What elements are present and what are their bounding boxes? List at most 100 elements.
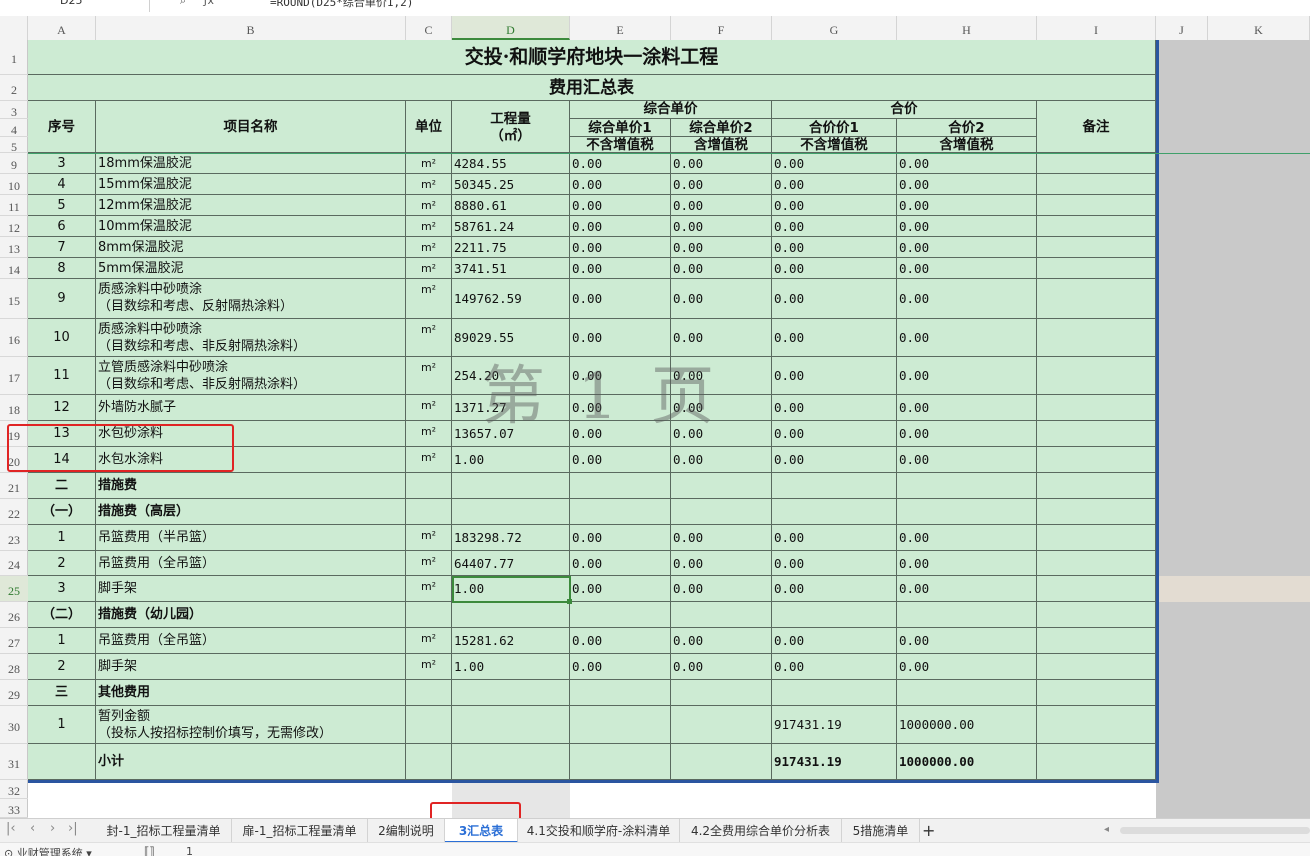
- column-header-D[interactable]: D: [452, 16, 570, 40]
- zoom-icon[interactable]: ⌕: [180, 0, 186, 7]
- column-header-I[interactable]: I: [1037, 16, 1156, 40]
- row-header-31[interactable]: 31: [0, 744, 28, 780]
- row-14-qty: 3741.51: [452, 258, 570, 279]
- row-header-1[interactable]: 1: [0, 40, 28, 75]
- column-header-G[interactable]: G: [772, 16, 897, 40]
- row-header-2[interactable]: 2: [0, 75, 28, 101]
- column-header-E[interactable]: E: [570, 16, 671, 40]
- row-13-name: 8mm保温胶泥: [96, 237, 406, 258]
- column-header-H[interactable]: H: [897, 16, 1037, 40]
- status-mode: ⟦⟧: [144, 845, 155, 856]
- sheet-tab-4[interactable]: 3汇总表: [445, 819, 518, 843]
- row-29-unit: [406, 680, 452, 706]
- row-25-sum2: 0.00: [897, 576, 1037, 602]
- row-15-qty: 149762.59: [452, 279, 570, 319]
- row-header-32[interactable]: 32: [0, 780, 28, 799]
- row-17-qty: 254.20: [452, 357, 570, 395]
- row-header-11[interactable]: 11: [0, 195, 28, 216]
- spreadsheet-grid[interactable]: 交投·和顺学府地块一涂料工程 费用汇总表 序号 项目名称 单位 工程量 （㎡） 综合单价 合价备…: [28, 40, 1310, 818]
- row-18-price2: 0.00: [671, 395, 772, 421]
- row-31-name: 小计: [96, 744, 406, 780]
- header-name: 项目名称: [96, 101, 406, 153]
- row-header-19[interactable]: 19: [0, 421, 28, 447]
- column-header-F[interactable]: F: [671, 16, 772, 40]
- row-17-sum1: 0.00: [772, 357, 897, 395]
- row-header-5[interactable]: 5: [0, 137, 28, 154]
- row-23-remark: [1037, 525, 1156, 551]
- row-header-23[interactable]: 23: [0, 525, 28, 551]
- row-16-price2: 0.00: [671, 319, 772, 357]
- sheet-tab-6[interactable]: 4.2全费用综合单价分析表: [680, 819, 842, 843]
- row-31-unit: [406, 744, 452, 780]
- row-30-unit: [406, 706, 452, 744]
- row-19-price2: 0.00: [671, 421, 772, 447]
- formula-input[interactable]: =ROUND(D25*综合单价1,2): [270, 0, 413, 10]
- name-box[interactable]: D25: [0, 0, 150, 12]
- scroll-left-icon[interactable]: ◂: [1104, 824, 1109, 835]
- row-header-18[interactable]: 18: [0, 395, 28, 421]
- row-header-10[interactable]: 10: [0, 174, 28, 195]
- fill-handle[interactable]: [567, 599, 572, 604]
- row-22-unit: [406, 499, 452, 525]
- sheet-tab-5[interactable]: 4.1交投和顺学府-涂料清单: [518, 819, 680, 843]
- row-header-13[interactable]: 13: [0, 237, 28, 258]
- row-12-unit: m²: [406, 216, 452, 237]
- column-header-K[interactable]: K: [1208, 16, 1310, 40]
- row-header-29[interactable]: 29: [0, 680, 28, 706]
- row-11-sum1: 0.00: [772, 195, 897, 216]
- row-19-unit: m²: [406, 421, 452, 447]
- status-app[interactable]: ⊙ 业财管理系统 ▾: [4, 845, 92, 856]
- row-31-price1: [570, 744, 671, 780]
- row-header-33[interactable]: 33: [0, 799, 28, 818]
- first-sheet-icon[interactable]: |‹: [6, 821, 16, 836]
- row-header-24[interactable]: 24: [0, 551, 28, 576]
- row-header-4[interactable]: 4: [0, 119, 28, 137]
- row-header-27[interactable]: 27: [0, 628, 28, 654]
- last-sheet-icon[interactable]: ›|: [68, 821, 78, 836]
- header-composite-price: 综合单价: [570, 101, 772, 119]
- row-19-qty: 13657.07: [452, 421, 570, 447]
- header-ex-tax-2: 不含增值税: [772, 137, 897, 153]
- row-header-12[interactable]: 12: [0, 216, 28, 237]
- row-header-30[interactable]: 30: [0, 706, 28, 744]
- prev-sheet-icon[interactable]: ‹: [30, 821, 35, 836]
- row-header-22[interactable]: 22: [0, 499, 28, 525]
- sheet-tab-7[interactable]: 5措施清单: [842, 819, 920, 843]
- row-header-16[interactable]: 16: [0, 319, 28, 357]
- column-header-C[interactable]: C: [406, 16, 452, 40]
- sheet-tab-1[interactable]: 封-1_招标工程量清单: [96, 819, 232, 843]
- row-27-sum2: 0.00: [897, 628, 1037, 654]
- row-header-26[interactable]: 26: [0, 602, 28, 628]
- row-15-sum2: 0.00: [897, 279, 1037, 319]
- active-cell-selection[interactable]: [452, 576, 571, 603]
- row-header-25[interactable]: 25: [0, 576, 28, 602]
- row-28-seq: 2: [28, 654, 96, 680]
- horizontal-scrollbar[interactable]: [1120, 827, 1310, 834]
- sheet-tab-3[interactable]: 2编制说明: [368, 819, 445, 843]
- row-13-sum1: 0.00: [772, 237, 897, 258]
- row-header-28[interactable]: 28: [0, 654, 28, 680]
- header-price1: 综合单价1: [570, 119, 671, 137]
- row-31-sum1: 917431.19: [772, 744, 897, 780]
- row-9-seq: 3: [28, 153, 96, 174]
- row-header-21[interactable]: 21: [0, 473, 28, 499]
- row-header-20[interactable]: 20: [0, 447, 28, 473]
- row-header-9[interactable]: 9: [0, 153, 28, 174]
- sheet-tab-2[interactable]: 扉-1_招标工程量清单: [232, 819, 368, 843]
- row-20-sum1: 0.00: [772, 447, 897, 473]
- row-header-15[interactable]: 15: [0, 279, 28, 319]
- row-header-14[interactable]: 14: [0, 258, 28, 279]
- column-header-A[interactable]: A: [28, 16, 96, 40]
- column-header-J[interactable]: J: [1156, 16, 1208, 40]
- row-header-3[interactable]: 3: [0, 101, 28, 119]
- fx-icon[interactable]: ƒx: [204, 0, 214, 7]
- row-23-qty: 183298.72: [452, 525, 570, 551]
- row-header-17[interactable]: 17: [0, 357, 28, 395]
- row-16-seq: 10: [28, 319, 96, 357]
- add-sheet-button[interactable]: +: [922, 819, 935, 843]
- row-22-price1: [570, 499, 671, 525]
- select-all-corner[interactable]: [0, 16, 28, 40]
- row-24-sum1: 0.00: [772, 551, 897, 576]
- next-sheet-icon[interactable]: ›: [50, 821, 55, 836]
- column-header-B[interactable]: B: [96, 16, 406, 40]
